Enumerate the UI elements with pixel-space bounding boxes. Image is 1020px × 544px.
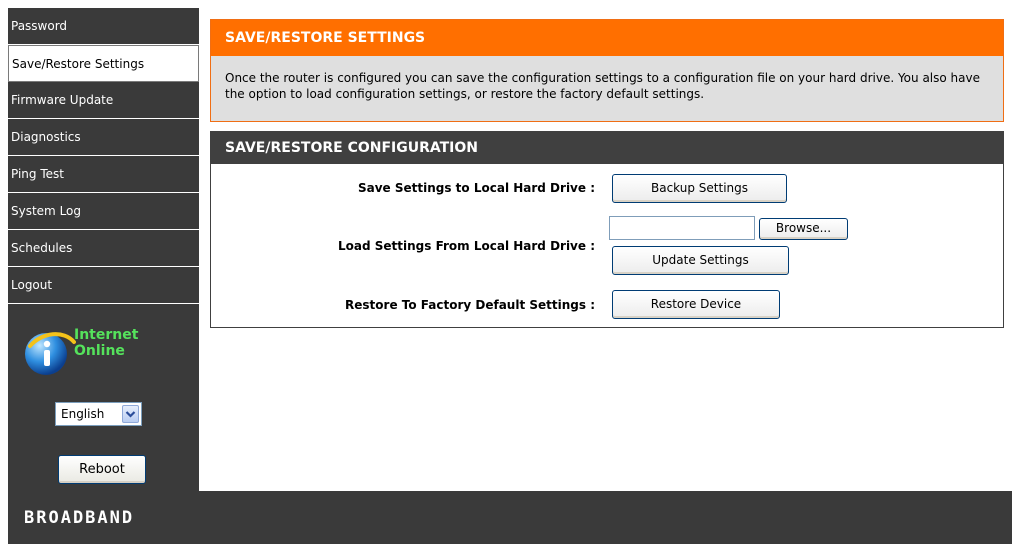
sidebar-item-diagnostics[interactable]: Diagnostics: [8, 119, 199, 156]
load-settings-label: Load Settings From Local Hard Drive :: [338, 239, 595, 253]
brand-logo: BROADBAND: [24, 508, 135, 528]
sidebar-item-system-log[interactable]: System Log: [8, 193, 199, 230]
sidebar-item-ping-test[interactable]: Ping Test: [8, 156, 199, 193]
intro-description: Once the router is configured you can sa…: [225, 71, 980, 101]
sidebar-item-logout[interactable]: Logout: [8, 267, 199, 304]
sidebar-item-schedules[interactable]: Schedules: [8, 230, 199, 267]
status-line-internet: Internet: [74, 327, 139, 343]
save-restore-intro-panel: SAVE/RESTORE SETTINGS Once the router is…: [210, 19, 1004, 122]
update-settings-button[interactable]: Update Settings: [612, 246, 789, 275]
page-title: SAVE/RESTORE SETTINGS: [211, 20, 1003, 56]
browse-button[interactable]: Browse...: [759, 218, 848, 240]
sidebar-item-save-restore-settings[interactable]: Save/Restore Settings: [8, 45, 199, 82]
save-restore-configuration-panel: SAVE/RESTORE CONFIGURATION Save Settings…: [210, 131, 1004, 328]
sidebar: Password Save/Restore Settings Firmware …: [8, 8, 199, 491]
restore-factory-label: Restore To Factory Default Settings :: [345, 298, 595, 312]
language-select-value: English: [61, 407, 105, 421]
section-title: SAVE/RESTORE CONFIGURATION: [211, 132, 1003, 164]
status-line-online: Online: [74, 343, 125, 359]
backup-settings-button[interactable]: Backup Settings: [612, 174, 787, 203]
config-file-field[interactable]: [609, 216, 755, 240]
sidebar-item-firmware-update[interactable]: Firmware Update: [8, 82, 199, 119]
footer-bar: BROADBAND: [8, 491, 1012, 544]
info-globe-icon: [25, 332, 76, 375]
sidebar-item-password[interactable]: Password: [8, 8, 199, 45]
internet-status: Internet Online: [22, 319, 138, 385]
language-select[interactable]: English: [55, 402, 142, 426]
restore-device-button[interactable]: Restore Device: [612, 290, 780, 319]
chevron-down-icon[interactable]: [122, 405, 139, 423]
save-settings-label: Save Settings to Local Hard Drive :: [357, 181, 595, 195]
reboot-button[interactable]: Reboot: [58, 455, 146, 484]
